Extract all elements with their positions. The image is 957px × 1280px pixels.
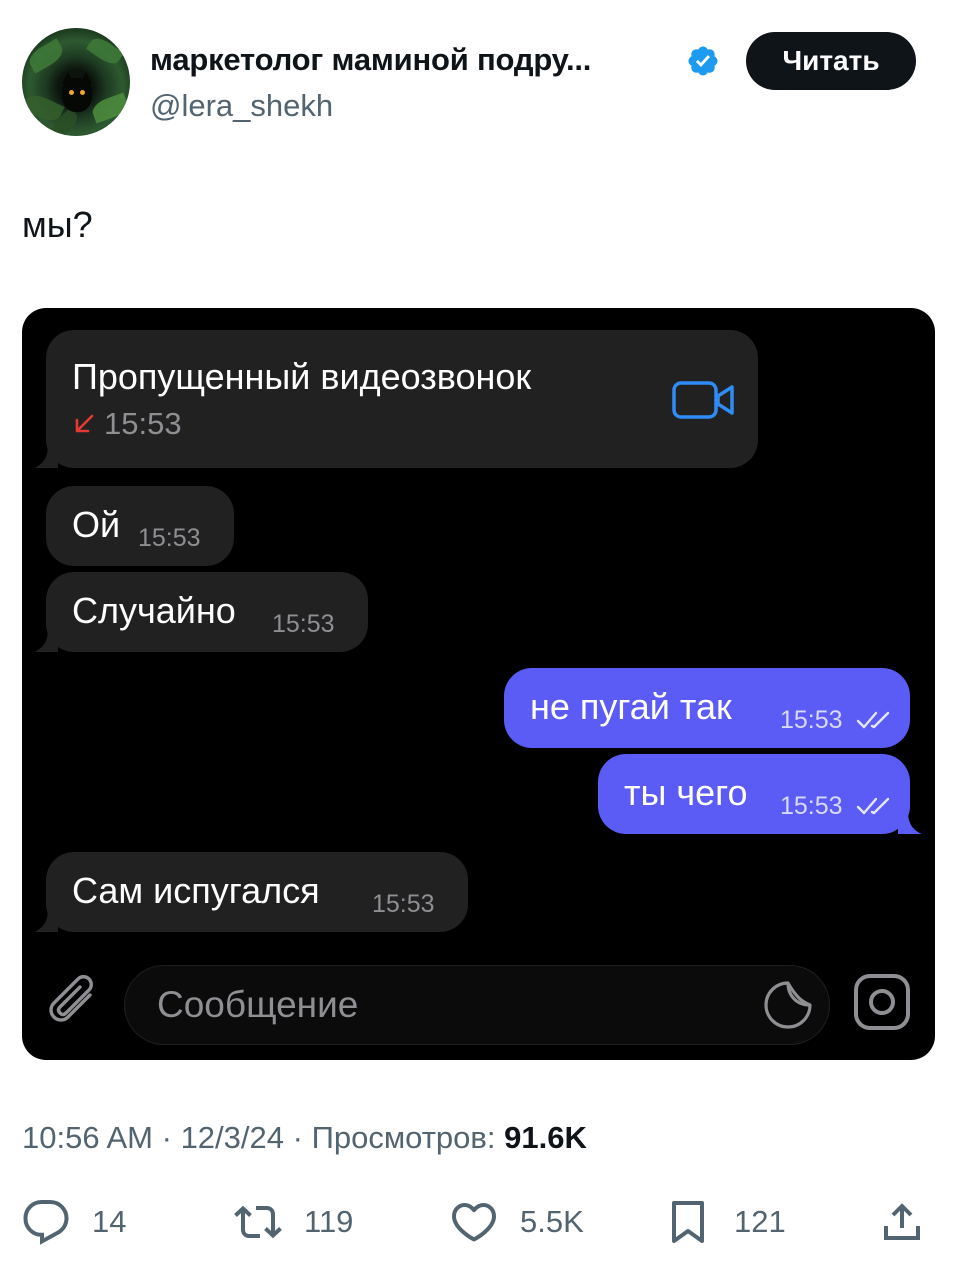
reply-button[interactable]: 14 (22, 1196, 126, 1248)
message-time: 15:53 (780, 706, 843, 734)
chat-message-incoming: Сам испугался 15:53 (46, 852, 468, 932)
meta-separator: · (161, 1120, 172, 1155)
author-handle[interactable]: @lera_shekh (150, 88, 333, 124)
bookmark-button[interactable]: 121 (664, 1196, 786, 1248)
author-display-name[interactable]: маркетолог маминой подру... (150, 42, 591, 78)
tweet-date[interactable]: 12/3/24 (181, 1120, 284, 1155)
chat-message-outgoing: ты чего 15:53 (598, 754, 910, 834)
read-ticks-icon (856, 711, 890, 729)
message-text: Случайно (72, 590, 236, 631)
read-ticks-icon (856, 797, 890, 815)
share-icon (884, 1203, 920, 1240)
chat-message-incoming: Ой 15:53 (46, 486, 234, 566)
missed-call-bubble: Пропущенный видеозвонок 15:53 (46, 330, 758, 468)
message-input-placeholder: Сообщение (157, 984, 359, 1025)
like-icon (452, 1203, 496, 1242)
message-time: 15:53 (138, 524, 201, 552)
message-time: 15:53 (780, 792, 843, 820)
chat-screenshot: Пропущенный видеозвонок 15:53 Ой 15:53 С… (22, 308, 935, 1060)
sticker-icon[interactable] (763, 980, 813, 1030)
chat-message-outgoing: не пугай так 15:53 (504, 668, 910, 748)
message-text: не пугай так (530, 686, 732, 727)
message-text: Сам испугался (72, 870, 320, 911)
retweet-count: 119 (304, 1204, 354, 1239)
reply-icon (23, 1200, 69, 1245)
message-time: 15:53 (372, 890, 435, 918)
message-text: ты чего (624, 772, 748, 813)
camera-icon[interactable] (852, 972, 912, 1032)
author-avatar[interactable] (22, 28, 130, 136)
chat-message-incoming: Случайно 15:53 (46, 572, 368, 652)
bookmark-count: 121 (734, 1204, 786, 1239)
message-time: 15:53 (272, 610, 335, 638)
like-button[interactable]: 5.5K (450, 1196, 584, 1248)
retweet-button[interactable]: 119 (234, 1196, 353, 1248)
message-input[interactable]: Сообщение (124, 965, 830, 1045)
views-label: Просмотров: (311, 1120, 496, 1155)
missed-call-time: 15:53 (104, 406, 182, 441)
paperclip-icon[interactable] (44, 973, 106, 1035)
missed-call-title: Пропущенный видеозвонок (72, 356, 532, 397)
message-text: Ой (72, 504, 121, 545)
views-count: 91.6K (504, 1120, 587, 1155)
bookmark-icon (672, 1201, 704, 1243)
share-button[interactable] (878, 1196, 926, 1248)
missed-call-arrow-icon (75, 414, 94, 433)
meta-separator: · (292, 1120, 303, 1155)
reply-count: 14 (92, 1204, 127, 1239)
like-count: 5.5K (520, 1204, 584, 1239)
retweet-icon (234, 1205, 282, 1239)
tweet-meta: 10:56 AM · 12/3/24 · Просмотров: 91.6K (22, 1120, 587, 1156)
follow-button[interactable]: Читать (746, 32, 916, 90)
verified-badge-icon (688, 46, 718, 76)
tweet-time[interactable]: 10:56 AM (22, 1120, 153, 1155)
video-camera-icon[interactable] (672, 380, 736, 420)
tweet-text: мы? (22, 204, 93, 245)
